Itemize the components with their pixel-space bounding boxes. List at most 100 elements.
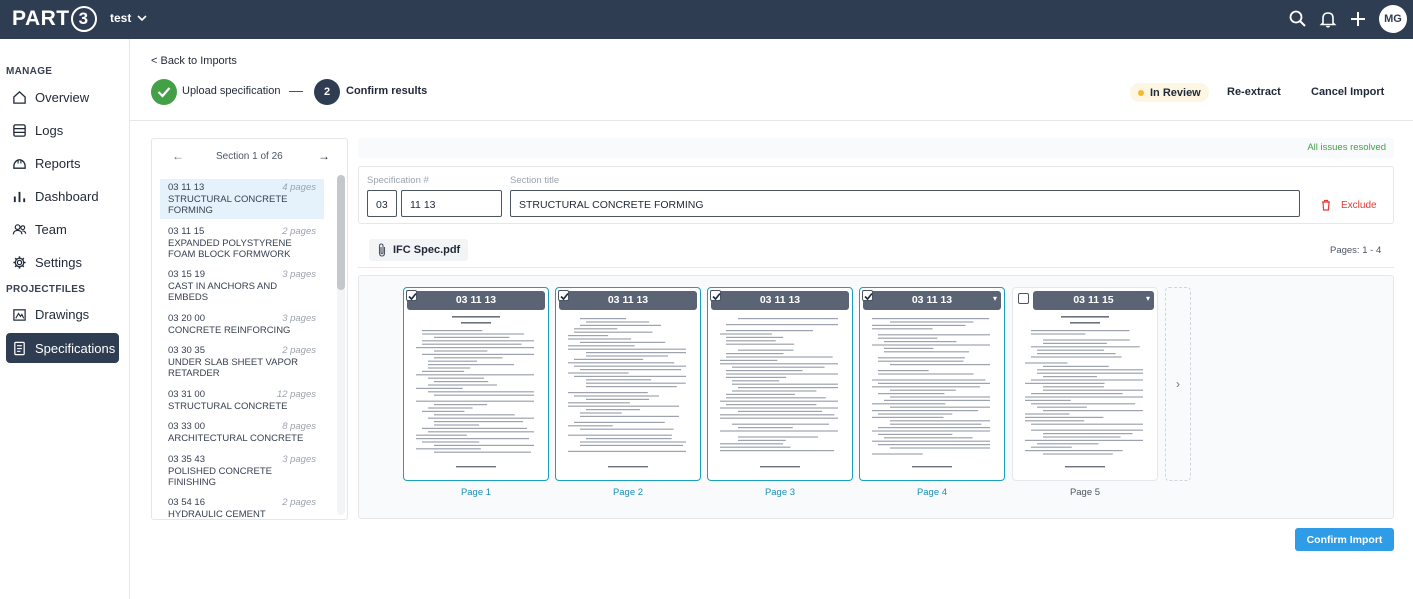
- section-item-031113[interactable]: 03 11 13 4 pages STRUCTURAL CONCRETE FOR…: [160, 179, 324, 219]
- next-pages-button[interactable]: ›: [1165, 287, 1191, 481]
- section-item-033100[interactable]: 03 31 00 12 pages STRUCTURAL CONCRETE: [160, 386, 324, 415]
- section-page-count: 2 pages: [282, 345, 316, 356]
- confirm-import-button[interactable]: Confirm Import: [1295, 528, 1394, 551]
- sidebar-item-label: Team: [35, 221, 67, 237]
- section-item-033543[interactable]: 03 35 43 3 pages POLISHED CONCRETE FINIS…: [160, 451, 324, 491]
- page-section-tag[interactable]: 03 11 13: [559, 291, 697, 310]
- trash-icon: [1322, 199, 1330, 211]
- page-checkbox[interactable]: [558, 290, 569, 301]
- section-item-033035[interactable]: 03 30 35 2 pages UNDER SLAB SHEET VAPOR …: [160, 342, 324, 382]
- sidebar-item-team[interactable]: Team: [6, 214, 119, 244]
- page-thumbnail[interactable]: 03 11 13: [403, 287, 549, 481]
- chevron-down-icon: [137, 15, 147, 22]
- section-page-count: 8 pages: [282, 421, 316, 432]
- section-list-scrollbar[interactable]: [337, 175, 345, 515]
- section-item-032000[interactable]: 03 20 00 3 pages CONCRETE REINFORCING: [160, 310, 324, 339]
- page-label: Page 3: [764, 487, 796, 498]
- page-preview: [872, 318, 990, 468]
- page-thumbnail[interactable]: 03 11 13: [555, 287, 701, 481]
- search-icon[interactable]: [1288, 9, 1308, 29]
- step-connector: [289, 91, 303, 92]
- projectfiles-header: PROJECTFILES: [6, 284, 86, 295]
- section-title: ARCHITECTURAL CONCRETE: [168, 433, 304, 444]
- page-section-tag[interactable]: 03 11 15 ▾: [1033, 291, 1154, 310]
- sidebar-item-reports[interactable]: Reports: [6, 148, 119, 178]
- file-name: IFC Spec.pdf: [393, 244, 461, 256]
- logo[interactable]: PART 3: [12, 6, 97, 32]
- sidebar: MANAGE Overview Logs Reports Dashboard T…: [0, 39, 130, 599]
- page-section-number: 03 11 13: [607, 294, 649, 306]
- section-page-count: 4 pages: [282, 182, 316, 193]
- sidebar-item-settings[interactable]: Settings: [6, 247, 119, 277]
- page-checkbox[interactable]: [710, 290, 721, 301]
- section-item-031115[interactable]: 03 11 15 2 pages EXPANDED POLYSTYRENE FO…: [160, 223, 324, 263]
- section-page-count: 3 pages: [282, 313, 316, 324]
- section-title-field[interactable]: STRUCTURAL CONCRETE FORMING: [510, 190, 1300, 217]
- page-section-tag[interactable]: 03 11 13: [407, 291, 545, 310]
- page-thumbnail[interactable]: 03 11 15 ▾: [1012, 287, 1158, 481]
- sidebar-item-label: Settings: [35, 254, 82, 270]
- file-chip[interactable]: IFC Spec.pdf: [369, 239, 469, 261]
- specifications-icon: [14, 341, 25, 355]
- cancel-import-button[interactable]: Cancel Import: [1311, 86, 1384, 98]
- prev-section-button[interactable]: ←: [172, 149, 184, 163]
- exclude-button[interactable]: Exclude: [1321, 199, 1377, 211]
- section-title: STRUCTURAL CONCRETE: [168, 401, 288, 412]
- project-switcher[interactable]: test: [110, 11, 147, 25]
- sidebar-item-drawings[interactable]: Drawings: [6, 299, 119, 329]
- home-icon: [13, 90, 26, 104]
- page-section-tag[interactable]: 03 11 13: [711, 291, 849, 310]
- exclude-label: Exclude: [1341, 199, 1377, 211]
- page-section-number: 03 11 13: [911, 294, 953, 306]
- dropdown-caret-icon[interactable]: ▾: [1146, 294, 1150, 303]
- reports-icon: [13, 158, 26, 169]
- section-title: POLISHED CONCRETE FINISHING: [168, 466, 272, 488]
- scrollbar-thumb[interactable]: [337, 175, 345, 290]
- page-thumbnail[interactable]: 03 11 13: [707, 287, 853, 481]
- page-checkbox[interactable]: [1018, 293, 1029, 304]
- next-section-button[interactable]: →: [318, 149, 330, 163]
- reextract-button[interactable]: Re-extract: [1227, 86, 1281, 98]
- sidebar-item-logs[interactable]: Logs: [6, 115, 119, 145]
- gear-icon: [13, 255, 26, 269]
- project-name: test: [110, 11, 132, 25]
- sidebar-item-overview[interactable]: Overview: [6, 82, 119, 112]
- page-thumbnail[interactable]: 03 11 13 ▾: [859, 287, 1005, 481]
- status-dot: [1138, 89, 1144, 96]
- page-label: Page 1: [460, 487, 492, 498]
- status-badge: In Review: [1130, 83, 1209, 102]
- section-title: CAST IN ANCHORS AND EMBEDS: [168, 281, 278, 303]
- section-page-count: 3 pages: [282, 269, 316, 280]
- page-section-tag[interactable]: 03 11 13 ▾: [863, 291, 1001, 310]
- section-page-count: 12 pages: [276, 389, 316, 400]
- page-preview: [1025, 316, 1143, 468]
- divider: [130, 120, 1413, 121]
- page-checkbox[interactable]: [862, 290, 873, 301]
- sidebar-item-label: Drawings: [35, 306, 90, 322]
- section-title: EXPANDED POLYSTYRENE FOAM BLOCK FORMWORK: [168, 238, 292, 260]
- avatar[interactable]: MG: [1379, 5, 1407, 33]
- section-item-031519[interactable]: 03 15 19 3 pages CAST IN ANCHORS AND EMB…: [160, 266, 324, 306]
- page-checkbox[interactable]: [406, 290, 417, 301]
- section-title: UNDER SLAB SHEET VAPOR RETARDER: [168, 357, 299, 379]
- sidebar-item-specifications[interactable]: Specifications: [6, 333, 119, 363]
- back-to-imports-link[interactable]: < Back to Imports: [151, 55, 237, 67]
- spec-division-field[interactable]: 03: [367, 190, 397, 217]
- sidebar-item-label: Dashboard: [35, 188, 99, 204]
- page-label: Page 4: [916, 487, 948, 498]
- page-preview: [416, 316, 534, 468]
- sidebar-item-dashboard[interactable]: Dashboard: [6, 181, 119, 211]
- chevron-right-icon: ›: [1176, 377, 1180, 391]
- plus-icon[interactable]: [1348, 9, 1368, 29]
- page-preview: [568, 318, 686, 468]
- logs-icon: [13, 123, 26, 137]
- dropdown-caret-icon[interactable]: ▾: [993, 294, 997, 303]
- spec-number-field[interactable]: 11 13: [401, 190, 502, 217]
- section-item-033300[interactable]: 03 33 00 8 pages ARCHITECTURAL CONCRETE: [160, 418, 324, 447]
- section-item-035416[interactable]: 03 54 16 2 pages HYDRAULIC CEMENT: [160, 494, 324, 519]
- section-title-label: Section title: [510, 175, 560, 186]
- page-section-number: 03 11 15: [1073, 294, 1114, 306]
- section-counter: Section 1 of 26: [216, 151, 283, 162]
- logo-text: PART: [12, 7, 70, 30]
- bell-icon[interactable]: [1318, 9, 1338, 29]
